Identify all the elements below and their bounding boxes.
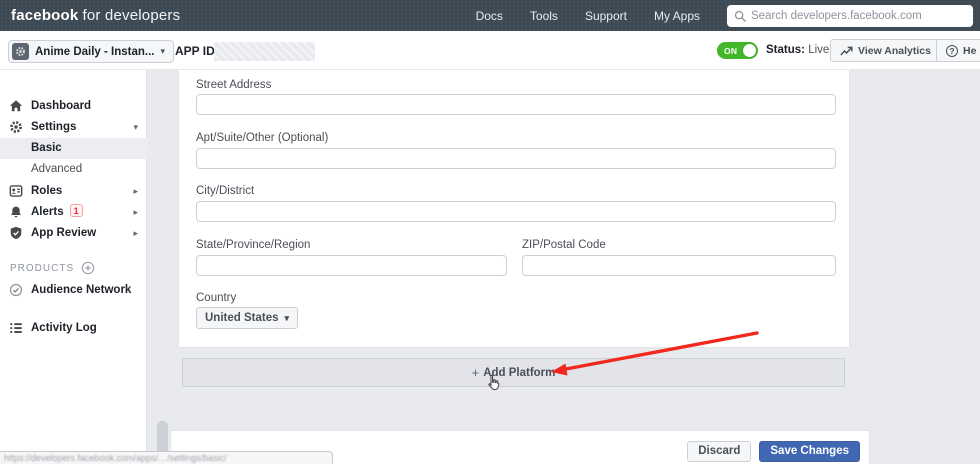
nav-link-support[interactable]: Support <box>585 9 627 23</box>
chevron-down-icon: ▾ <box>133 117 138 138</box>
city-district-label: City/District <box>196 185 254 197</box>
street-address-label: Street Address <box>196 79 271 91</box>
state-province-input[interactable] <box>196 255 507 276</box>
sidebar-item-activity-log[interactable]: Activity Log <box>0 318 147 339</box>
app-header-bar: Anime Daily - Instan... ▾ APP ID: ON Sta… <box>0 31 980 70</box>
roles-badge-icon <box>9 184 23 198</box>
chevron-down-icon: ▾ <box>161 47 166 56</box>
navbar-links: Docs Tools Support My Apps <box>476 0 973 31</box>
sidebar-item-label: App Review <box>31 223 96 244</box>
app-id-label: APP ID: <box>175 44 219 58</box>
search-input[interactable] <box>751 10 966 22</box>
sidebar-item-alerts[interactable]: Alerts1 ▸ <box>0 202 147 223</box>
help-button[interactable]: ? He <box>936 39 980 62</box>
alerts-count-badge: 1 <box>70 204 83 217</box>
app-name: Anime Daily - Instan... <box>35 46 155 58</box>
sidebar-item-dashboard[interactable]: Dashboard <box>0 96 147 117</box>
chevron-right-icon: ▸ <box>133 223 138 244</box>
country-value: United States <box>205 312 279 324</box>
activity-log-icon <box>9 321 23 335</box>
chevron-down-icon: ▾ <box>285 314 290 323</box>
basic-settings-card: Street Address Apt/Suite/Other (Optional… <box>178 70 850 348</box>
sidebar-item-label: Advanced <box>31 159 82 180</box>
products-section-header[interactable]: PRODUCTS <box>10 260 147 276</box>
sidebar-item-settings[interactable]: Settings ▾ <box>0 117 147 138</box>
nav-link-docs[interactable]: Docs <box>476 9 503 23</box>
browser-status-bar: https://developers.facebook.com/apps/…/s… <box>0 451 333 464</box>
state-province-label: State/Province/Region <box>196 239 310 251</box>
status-bar-url: https://developers.facebook.com/apps/…/s… <box>0 453 227 463</box>
sidebar-item-audience-network[interactable]: Audience Network <box>0 280 147 301</box>
plus-circle-icon <box>81 261 95 275</box>
search-icon <box>734 10 746 22</box>
discard-button[interactable]: Discard <box>687 441 751 462</box>
chevron-right-icon: ▸ <box>133 181 138 202</box>
country-label: Country <box>196 292 236 304</box>
app-selector-dropdown[interactable]: Anime Daily - Instan... ▾ <box>8 40 174 63</box>
vertical-scrollbar-thumb[interactable] <box>157 421 168 455</box>
sidebar-item-roles[interactable]: Roles ▸ <box>0 181 147 202</box>
country-dropdown[interactable]: United States ▾ <box>196 307 298 329</box>
city-district-input[interactable] <box>196 201 836 222</box>
sidebar-item-label: Settings <box>31 117 76 138</box>
top-navbar: facebookfor developers Docs Tools Suppor… <box>0 0 980 31</box>
facebook-developers-app-settings-page: facebookfor developers Docs Tools Suppor… <box>0 0 980 464</box>
add-platform-button[interactable]: + Add Platform <box>182 358 845 387</box>
zip-postal-label: ZIP/Postal Code <box>522 239 606 251</box>
app-id-redacted-value <box>214 42 315 61</box>
gear-icon <box>9 120 23 134</box>
facebook-developers-logo[interactable]: facebookfor developers <box>11 7 180 24</box>
nav-link-tools[interactable]: Tools <box>530 9 558 23</box>
help-label: He <box>963 45 976 57</box>
plus-icon: + <box>472 365 480 380</box>
view-analytics-label: View Analytics <box>858 45 931 57</box>
sidebar-item-label: Alerts1 <box>31 202 83 223</box>
apt-suite-label: Apt/Suite/Other (Optional) <box>196 132 328 144</box>
brand-facebook: facebook <box>11 7 78 24</box>
bell-icon <box>9 205 23 219</box>
sidebar-item-settings-advanced[interactable]: Advanced <box>0 159 147 180</box>
sidebar: Dashboard Settings ▾ Basic Advanced Role… <box>0 70 147 464</box>
app-status: Status: Live <box>766 44 829 56</box>
zip-postal-input[interactable] <box>522 255 836 276</box>
toggle-knob <box>743 44 756 57</box>
view-analytics-button[interactable]: View Analytics <box>830 39 941 62</box>
shield-check-icon <box>9 226 23 240</box>
search-box[interactable] <box>727 5 973 27</box>
add-platform-label: Add Platform <box>483 367 555 379</box>
status-label: Status: <box>766 44 805 56</box>
sidebar-item-label: Activity Log <box>31 318 97 339</box>
app-icon <box>12 43 29 60</box>
trending-arrow-icon <box>840 45 853 57</box>
sidebar-item-settings-basic[interactable]: Basic <box>0 138 147 159</box>
sidebar-item-label: Roles <box>31 181 62 202</box>
home-icon <box>9 99 23 113</box>
toggle-on-label: ON <box>724 46 737 56</box>
sidebar-item-label: Basic <box>31 138 62 159</box>
sidebar-item-app-review[interactable]: App Review ▸ <box>0 223 147 244</box>
apt-suite-input[interactable] <box>196 148 836 169</box>
brand-for-developers: for developers <box>82 7 180 24</box>
nav-link-my-apps[interactable]: My Apps <box>654 9 700 23</box>
save-changes-button[interactable]: Save Changes <box>759 441 860 462</box>
street-address-input[interactable] <box>196 94 836 115</box>
status-value: Live <box>808 44 829 56</box>
app-on-toggle[interactable]: ON <box>717 42 758 59</box>
sidebar-item-label: Audience Network <box>31 280 131 301</box>
chevron-right-icon: ▸ <box>133 202 138 223</box>
question-mark-icon: ? <box>946 45 958 57</box>
products-label: PRODUCTS <box>10 263 74 274</box>
check-circle-icon <box>9 283 23 297</box>
sidebar-item-label: Dashboard <box>31 96 91 117</box>
